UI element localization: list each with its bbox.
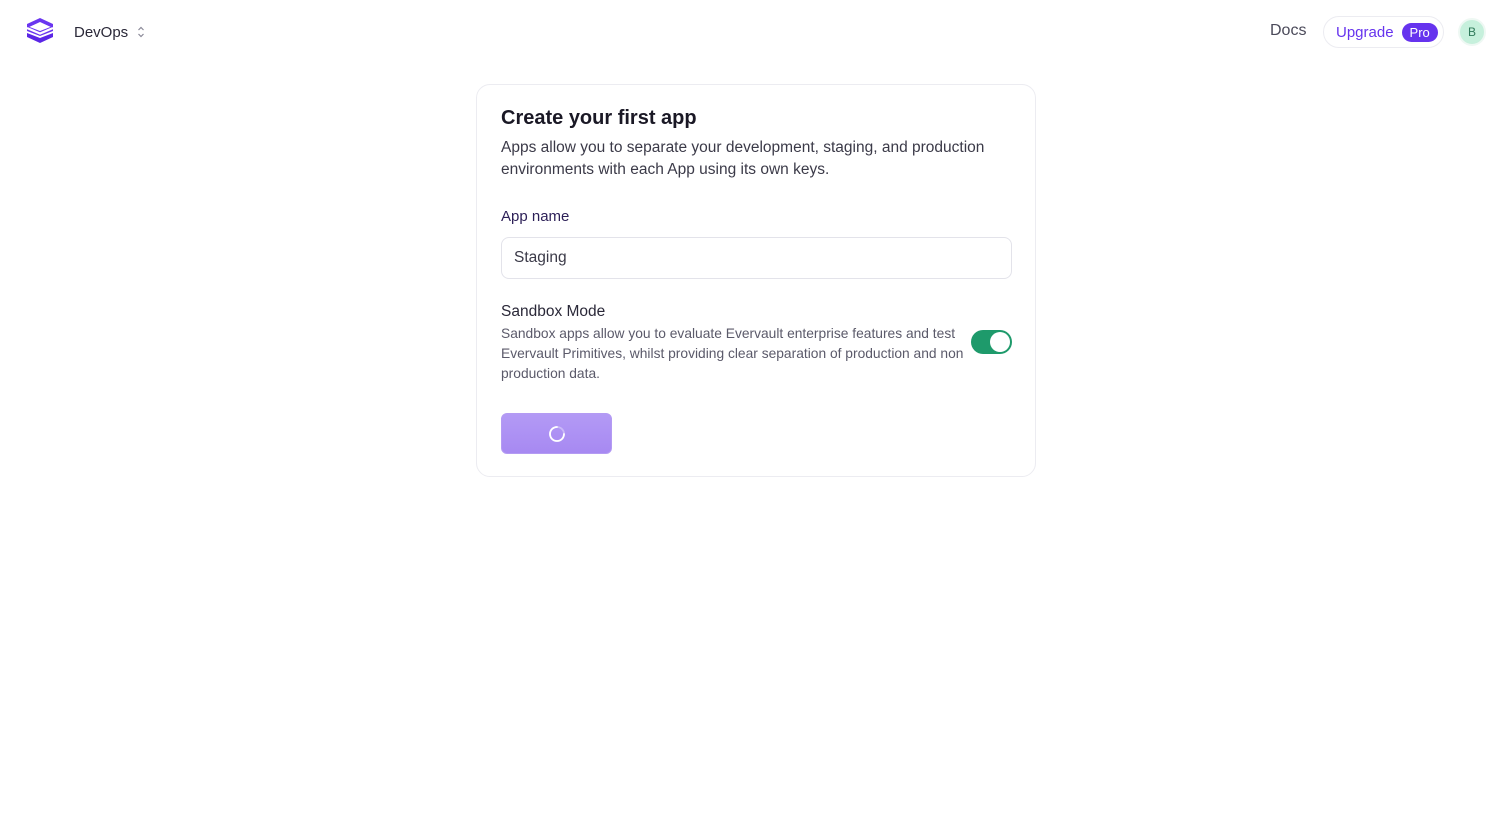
- upgrade-label: Upgrade: [1336, 23, 1394, 41]
- top-navigation-bar: DevOps Docs Upgrade Pro B: [0, 0, 1512, 64]
- page-title: Create your first app: [501, 107, 697, 129]
- app-name-label: App name: [501, 208, 570, 225]
- chevron-up-down-icon: [138, 26, 145, 38]
- create-app-button[interactable]: [501, 413, 612, 454]
- spinner-icon: [548, 425, 565, 442]
- sandbox-mode-description: Sandbox apps allow you to evaluate Everv…: [501, 326, 964, 381]
- evervault-logo-icon[interactable]: [25, 17, 55, 47]
- sandbox-mode-title: Sandbox Mode: [501, 303, 606, 320]
- app-name-input[interactable]: [501, 237, 1012, 279]
- pro-badge: Pro: [1401, 22, 1438, 42]
- toggle-knob: [990, 332, 1010, 352]
- workspace-switcher[interactable]: DevOps: [74, 20, 146, 44]
- upgrade-button[interactable]: Upgrade Pro: [1323, 16, 1444, 48]
- avatar[interactable]: B: [1458, 18, 1486, 46]
- card-description: Apps allow you to separate your developm…: [501, 139, 985, 178]
- workspace-name: DevOps: [74, 23, 129, 41]
- docs-link[interactable]: Docs: [1270, 22, 1306, 40]
- sandbox-mode-toggle[interactable]: [971, 330, 1012, 354]
- create-app-card: Create your first app Apps allow you to …: [476, 84, 1036, 477]
